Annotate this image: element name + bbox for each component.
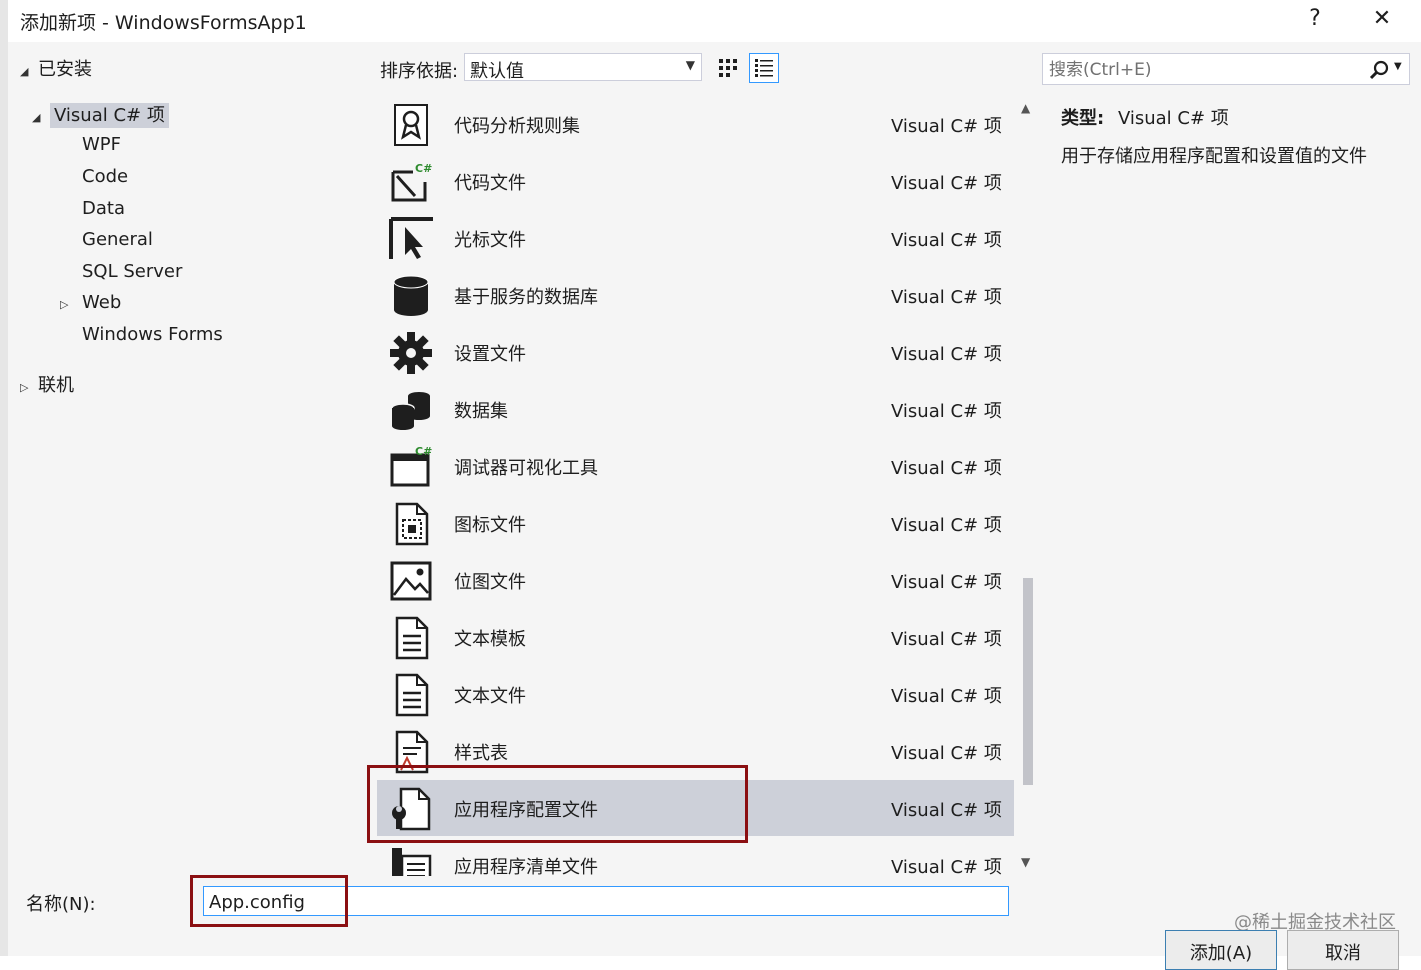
name-label: 名称(N): — [26, 894, 96, 915]
help-button[interactable]: ? — [1300, 6, 1330, 31]
template-item[interactable]: 代码分析规则集 Visual C# 项 — [377, 96, 1014, 152]
sort-value: 默认值 — [470, 61, 524, 82]
template-type: Visual C# 项 — [891, 857, 1002, 876]
template-name: 样式表 — [454, 743, 508, 764]
medium-icons-view-button[interactable] — [713, 53, 743, 83]
expanded-triangle-icon[interactable]: ◢ — [20, 65, 38, 78]
close-button[interactable]: ✕ — [1367, 6, 1397, 31]
text-file-icon — [389, 673, 433, 717]
tree-node-wpf[interactable]: WPF — [82, 134, 121, 155]
scroll-down-arrow-icon[interactable]: ▼ — [1021, 855, 1030, 869]
cursor-file-icon — [389, 217, 433, 261]
tree-node-web[interactable]: ▷ Web — [60, 292, 121, 313]
template-type: Visual C# 项 — [891, 401, 1002, 422]
search-options-chevron-icon[interactable]: ▼ — [1394, 61, 1402, 72]
tree-node-sql-server[interactable]: SQL Server — [82, 261, 182, 282]
scroll-up-arrow-icon[interactable]: ▲ — [1021, 101, 1030, 115]
tree-node-online[interactable]: ▷ 联机 — [20, 371, 74, 397]
template-name: 调试器可视化工具 — [454, 458, 598, 479]
template-type: Visual C# 项 — [891, 629, 1002, 650]
background-window-edge — [0, 0, 8, 956]
tree-node-code[interactable]: Code — [82, 166, 128, 187]
template-item[interactable]: 文本模板 Visual C# 项 — [377, 609, 1014, 665]
template-name: 基于服务的数据库 — [454, 287, 598, 308]
collapsed-triangle-icon[interactable]: ▷ — [20, 381, 38, 394]
debugger-visualizer-icon: C# — [389, 445, 433, 489]
template-type: Visual C# 项 — [891, 572, 1002, 593]
icon-file-icon — [389, 502, 433, 546]
app-manifest-icon — [389, 844, 433, 876]
type-label: 类型: — [1061, 108, 1105, 129]
cancel-button[interactable]: 取消 — [1287, 930, 1399, 970]
bitmap-file-icon — [389, 559, 433, 603]
template-name: 设置文件 — [454, 344, 526, 365]
template-name: 位图文件 — [454, 572, 526, 593]
svg-text:C#: C# — [415, 162, 432, 175]
text-template-icon — [389, 616, 433, 660]
template-item[interactable]: 数据集 Visual C# 项 — [377, 381, 1014, 437]
scrollbar-thumb[interactable] — [1023, 578, 1033, 785]
template-name: 文本模板 — [454, 629, 526, 650]
template-type: Visual C# 项 — [891, 458, 1002, 479]
template-item[interactable]: C# 调试器可视化工具 Visual C# 项 — [377, 438, 1014, 494]
tree-node-installed[interactable]: ◢ 已安装 — [20, 55, 92, 81]
gear-icon — [389, 331, 433, 375]
tree-node-general[interactable]: General — [82, 229, 153, 250]
search-box[interactable]: ▼ — [1042, 53, 1410, 85]
type-value: Visual C# 项 — [1117, 108, 1229, 129]
collapsed-triangle-icon[interactable]: ▷ — [60, 298, 82, 311]
template-type: Visual C# 项 — [891, 743, 1002, 764]
details-view-button[interactable] — [749, 53, 779, 83]
add-button[interactable]: 添加(A) — [1165, 930, 1277, 970]
svg-text:C#: C# — [415, 445, 432, 458]
template-name: 光标文件 — [454, 230, 526, 251]
highlight-box-selected-item — [367, 765, 748, 843]
template-type: Visual C# 项 — [891, 230, 1002, 251]
template-name: 图标文件 — [454, 515, 526, 536]
template-item[interactable]: 基于服务的数据库 Visual C# 项 — [377, 267, 1014, 323]
list-scrollbar[interactable]: ▲ ▼ — [1017, 95, 1039, 876]
template-list: 代码分析规则集 Visual C# 项 C# 代码文件 Visual C# 项光标文件 V… — [377, 95, 1014, 876]
template-type: Visual C# 项 — [891, 515, 1002, 536]
template-name: 代码分析规则集 — [454, 116, 580, 137]
chevron-down-icon: ▼ — [685, 58, 695, 72]
expanded-triangle-icon[interactable]: ◢ — [32, 111, 50, 124]
code-file-icon: C# — [389, 160, 433, 204]
sort-dropdown[interactable]: 默认值 ▼ — [464, 53, 702, 82]
item-type-info: 类型: Visual C# 项 — [1061, 104, 1229, 130]
grid-view-icon — [719, 59, 737, 77]
template-type: Visual C# 项 — [891, 344, 1002, 365]
search-icon[interactable] — [1368, 59, 1390, 81]
template-type: Visual C# 项 — [891, 800, 1002, 821]
template-type: Visual C# 项 — [891, 173, 1002, 194]
template-item[interactable]: 文本文件 Visual C# 项 — [377, 666, 1014, 722]
template-name: 应用程序清单文件 — [454, 857, 598, 876]
search-input[interactable] — [1047, 57, 1361, 83]
template-item[interactable]: C# 代码文件 Visual C# 项 — [377, 153, 1014, 209]
template-item[interactable]: 图标文件 Visual C# 项 — [377, 495, 1014, 551]
code-analysis-ruleset-icon — [389, 103, 433, 147]
template-name: 文本文件 — [454, 686, 526, 707]
template-item[interactable]: 位图文件 Visual C# 项 — [377, 552, 1014, 608]
template-name: 代码文件 — [454, 173, 526, 194]
template-type: Visual C# 项 — [891, 686, 1002, 707]
dataset-icon — [389, 388, 433, 432]
template-type: Visual C# 项 — [891, 116, 1002, 137]
window-title: 添加新项 - WindowsFormsApp1 — [20, 12, 307, 34]
template-name: 数据集 — [454, 401, 508, 422]
item-description: 用于存储应用程序配置和设置值的文件 — [1061, 146, 1367, 167]
sort-label: 排序依据: — [380, 61, 459, 82]
template-item[interactable]: 设置文件 Visual C# 项 — [377, 324, 1014, 380]
list-view-icon — [755, 59, 773, 77]
tree-node-visual-csharp[interactable]: ◢ Visual C# 项 — [32, 101, 169, 128]
template-type: Visual C# 项 — [891, 287, 1002, 308]
title-bar: 添加新项 - WindowsFormsApp1 ? ✕ — [8, 0, 1421, 42]
highlight-box-name-field — [190, 875, 348, 927]
database-icon — [389, 274, 433, 318]
tree-node-data[interactable]: Data — [82, 198, 125, 219]
tree-node-windows-forms[interactable]: Windows Forms — [82, 324, 223, 345]
template-item[interactable]: 光标文件 Visual C# 项 — [377, 210, 1014, 266]
